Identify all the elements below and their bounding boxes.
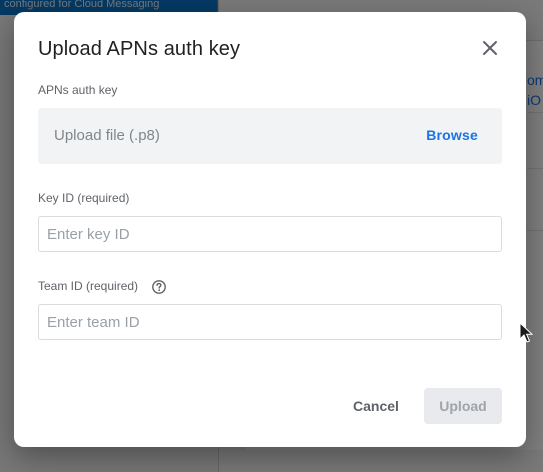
key-id-label: Key ID (required) — [38, 191, 130, 205]
upload-file-placeholder: Upload file (.p8) — [54, 127, 160, 144]
browse-button[interactable]: Browse — [426, 127, 478, 143]
close-icon — [483, 41, 497, 55]
auth-key-upload-box[interactable]: Upload file (.p8) Browse — [38, 108, 502, 164]
mouse-pointer-icon — [519, 322, 533, 343]
help-circle-icon[interactable] — [151, 279, 167, 295]
key-id-input[interactable] — [38, 216, 502, 252]
close-button[interactable] — [476, 34, 504, 62]
auth-key-label: APNs auth key — [38, 83, 118, 97]
team-id-input[interactable] — [38, 304, 502, 340]
team-id-label: Team ID (required) — [38, 279, 139, 293]
upload-apns-dialog: Upload APNs auth key APNs auth key Uploa… — [14, 12, 526, 447]
dialog-title: Upload APNs auth key — [38, 38, 241, 60]
upload-button[interactable]: Upload — [424, 388, 502, 424]
cancel-button[interactable]: Cancel — [344, 388, 408, 424]
